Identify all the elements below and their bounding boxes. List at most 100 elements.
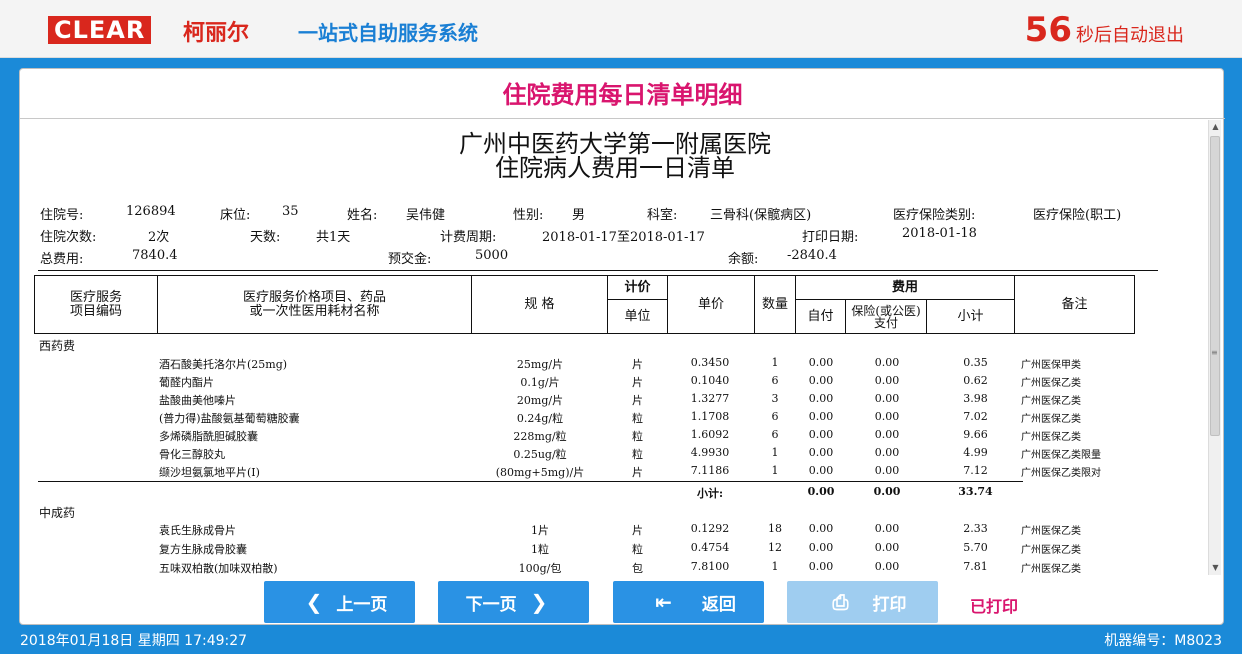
item-ins-pay: 0.00 (874, 522, 900, 535)
prev-page-label: 上一页 (336, 594, 388, 615)
item-unit: 粒 (632, 412, 643, 425)
item-name: 五味双柏散(加味双柏散) (159, 562, 278, 575)
item-note: 广州医保乙类 (1021, 396, 1081, 407)
item-name: 酒石酸美托洛尔片(25mg) (159, 358, 288, 371)
item-spec: 100g/包 (518, 562, 562, 575)
item-ins-pay: 0.00 (874, 356, 900, 369)
item-qty: 1 (771, 560, 779, 573)
item-self-pay: 0.00 (808, 428, 834, 441)
document-scrollbar[interactable]: ▲ ≡ ▼ (1208, 120, 1221, 575)
print-label: 打印 (872, 594, 907, 615)
next-page-label: 下一页 (465, 594, 517, 615)
item-note: 广州医保乙类 (1021, 545, 1081, 556)
item-qty: 6 (771, 374, 779, 387)
item-ins-pay: 0.00 (874, 428, 900, 441)
scroll-thumb[interactable] (1210, 136, 1220, 436)
subtotal-row: 小计: 0.00 0.00 33.74 (20, 483, 1210, 501)
item-self-pay: 0.00 (808, 522, 834, 535)
item-ins-pay: 0.00 (874, 374, 900, 387)
item-note: 广州医保乙类 (1021, 526, 1081, 537)
countdown-seconds: 56 (1024, 10, 1072, 50)
item-note: 广州医保乙类 (1021, 564, 1081, 575)
item-price: 1.6092 (690, 428, 730, 441)
subtotal-value: 33.74 (958, 485, 993, 498)
item-unit: 片 (632, 466, 643, 479)
item-self-pay: 0.00 (808, 541, 834, 554)
item-spec: (80mg+5mg)/片 (495, 466, 585, 479)
item-self-pay: 0.00 (808, 410, 834, 423)
printed-status: 已打印 (970, 597, 1019, 616)
item-unit: 粒 (632, 543, 643, 556)
item-qty: 1 (771, 446, 779, 459)
item-price: 4.9930 (690, 446, 730, 459)
machine-number: 机器编号：M8023 (1104, 633, 1222, 649)
item-spec: 25mg/片 (516, 358, 564, 371)
scroll-grip-icon: ≡ (1211, 348, 1218, 357)
item-unit: 片 (632, 524, 643, 537)
subtotal-ins-pay: 0.00 (873, 485, 901, 498)
item-spec: 228mg/粒 (513, 430, 567, 443)
scroll-down-arrow-icon[interactable]: ▼ (1211, 563, 1220, 573)
item-name: 多烯磷脂酰胆碱胶囊 (159, 430, 258, 443)
next-page-button[interactable]: 下一页 ❯ (438, 581, 589, 623)
item-unit: 片 (632, 376, 643, 389)
item-subtotal: 9.66 (963, 428, 988, 441)
item-self-pay: 0.00 (808, 374, 834, 387)
item-price: 7.8100 (690, 560, 730, 573)
main-panel: 住院费用每日清单明细 广州中医药大学第一附属医院 住院病人费用一日清单 住院号:… (19, 68, 1225, 625)
chevron-right-icon: ❯ (530, 590, 548, 614)
item-unit: 粒 (632, 448, 643, 461)
bill-document[interactable]: 广州中医药大学第一附属医院 住院病人费用一日清单 住院号: 126894 床位:… (20, 120, 1210, 575)
item-spec: 0.25ug/粒 (513, 448, 567, 461)
print-button[interactable]: ⎙ 打印 (787, 581, 938, 623)
exit-icon: ⇤ (655, 590, 672, 614)
item-price: 0.1040 (690, 374, 730, 387)
item-ins-pay: 0.00 (874, 446, 900, 459)
item-unit: 片 (632, 358, 643, 371)
panel-title: 住院费用每日清单明细 (20, 69, 1225, 119)
item-qty: 1 (771, 464, 779, 477)
chevron-left-icon: ❮ (305, 590, 323, 614)
item-subtotal: 0.35 (963, 356, 988, 369)
item-note: 广州医保乙类限量 (1021, 450, 1101, 461)
table-row: 多烯磷脂酰胆碱胶囊 228mg/粒 粒 1.6092 6 0.00 0.00 9… (20, 426, 1210, 444)
item-subtotal: 4.99 (963, 446, 988, 459)
item-name: 盐酸曲美他嗪片 (159, 394, 236, 407)
item-unit: 包 (632, 562, 643, 575)
back-button[interactable]: ⇤ 返回 (613, 581, 764, 623)
countdown-text: 秒后自动退出 (1076, 25, 1184, 46)
table-row: 酒石酸美托洛尔片(25mg) 25mg/片 片 0.3450 1 0.00 0.… (20, 354, 1210, 372)
item-qty: 1 (771, 356, 779, 369)
brand-name: 柯丽尔 (183, 21, 250, 46)
table-row: 五味双柏散(加味双柏散) 100g/包 包 7.8100 1 0.00 0.00… (20, 558, 1210, 575)
item-note: 广州医保乙类 (1021, 378, 1081, 389)
item-qty: 6 (771, 428, 779, 441)
item-name: 袁氏生脉成骨片 (159, 524, 236, 537)
scroll-up-arrow-icon[interactable]: ▲ (1211, 122, 1220, 132)
item-spec: 1片 (531, 524, 549, 537)
item-ins-pay: 0.00 (874, 541, 900, 554)
item-self-pay: 0.00 (808, 392, 834, 405)
item-qty: 6 (771, 410, 779, 423)
item-name: 缬沙坦氨氯地平片(Ⅰ) (159, 466, 260, 479)
countdown: 56 秒后自动退出 (1025, 10, 1184, 50)
item-qty: 3 (771, 392, 779, 405)
clear-logo: CLEAR (48, 16, 152, 44)
category-label: 中成药 (39, 506, 76, 520)
table-row: 骨化三醇胶丸 0.25ug/粒 粒 4.9930 1 0.00 0.00 4.9… (20, 444, 1210, 462)
item-price: 0.1292 (690, 522, 730, 535)
back-label: 返回 (701, 594, 736, 615)
item-note: 广州医保乙类 (1021, 414, 1081, 425)
table-row: 盐酸曲美他嗪片 20mg/片 片 1.3277 3 0.00 0.00 3.98… (20, 390, 1210, 408)
subtotal-self-pay: 0.00 (807, 485, 835, 498)
item-spec: 0.24g/粒 (516, 412, 564, 425)
top-header: CLEAR 柯丽尔 一站式自助服务系统 56 秒后自动退出 (0, 0, 1242, 58)
item-note: 广州医保乙类限对 (1021, 468, 1101, 479)
item-self-pay: 0.00 (808, 464, 834, 477)
item-name: 骨化三醇胶丸 (159, 448, 225, 461)
prev-page-button[interactable]: ❮ 上一页 (264, 581, 415, 623)
item-note: 广州医保乙类 (1021, 432, 1081, 443)
printer-icon: ⎙ (832, 590, 849, 614)
item-unit: 粒 (632, 430, 643, 443)
table-row: 葡醛内酯片 0.1g/片 片 0.1040 6 0.00 0.00 0.62 广… (20, 372, 1210, 390)
